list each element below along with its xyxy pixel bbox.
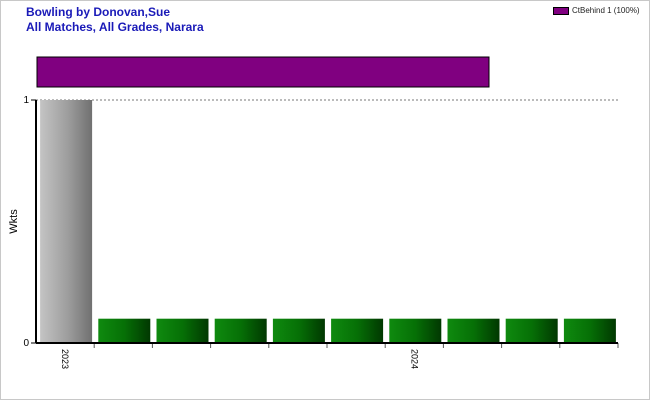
bar: [447, 318, 500, 343]
bar: [563, 318, 616, 343]
x-tick-label: 2023: [60, 349, 70, 369]
x-tick-label: 2024: [409, 349, 419, 369]
bar: [40, 100, 93, 343]
dismissal-bar: [36, 56, 490, 88]
bar: [156, 318, 209, 343]
bar: [331, 318, 384, 343]
bar: [272, 318, 325, 343]
bar: [214, 318, 267, 343]
y-tick-label: 0: [23, 338, 29, 349]
bar: [505, 318, 558, 343]
y-tick-label: 1: [23, 95, 29, 106]
bar: [98, 318, 151, 343]
bar-chart: 0 1 Wkts 2023 2024: [8, 56, 620, 369]
y-axis-label: Wkts: [8, 209, 20, 234]
bar: [389, 318, 442, 343]
